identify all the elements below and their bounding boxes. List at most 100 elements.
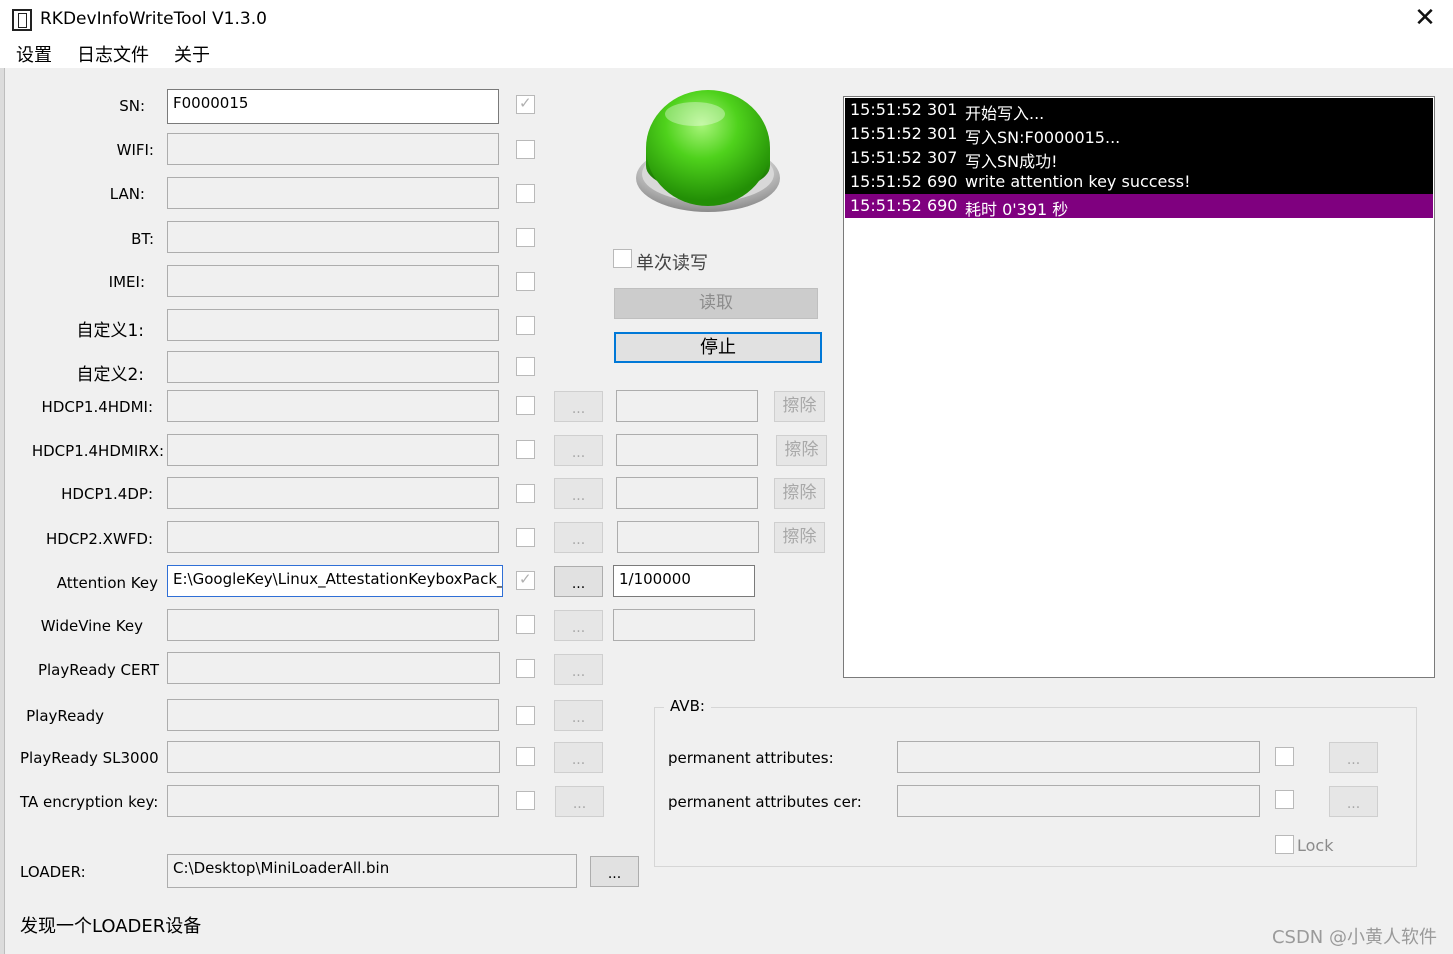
perm-attr-checkbox[interactable] — [1275, 747, 1294, 766]
green-button-icon — [636, 90, 780, 212]
wifi-input[interactable] — [167, 133, 499, 165]
start-button[interactable] — [633, 86, 783, 214]
lan-checkbox[interactable] — [516, 184, 535, 203]
single-rw-checkbox[interactable] — [613, 249, 632, 268]
wifi-checkbox[interactable] — [516, 140, 535, 159]
log-message: 开始写入... — [965, 104, 1045, 123]
sn-label: SN: — [119, 97, 145, 115]
log-time: 15:51:52 690 — [850, 172, 958, 191]
window-title: RKDevInfoWriteTool V1.3.0 — [40, 9, 267, 29]
imei-checkbox[interactable] — [516, 272, 535, 291]
hdcp2xwfd-input[interactable] — [167, 521, 499, 553]
widevine-key-checkbox[interactable] — [516, 615, 535, 634]
menu-log-file[interactable]: 日志文件 — [77, 41, 149, 67]
sn-input[interactable]: F0000015 — [167, 89, 499, 124]
log-message: 写入SN:F0000015... — [965, 128, 1121, 147]
lock-label: Lock — [1297, 836, 1334, 855]
hdcp2xwfd-label: HDCP2.XWFD: — [46, 530, 153, 548]
close-button[interactable]: ✕ — [1402, 2, 1448, 36]
log-time: 15:51:52 301 — [850, 124, 958, 143]
loader-browse-button[interactable]: ... — [590, 856, 639, 887]
perm-attr-input[interactable] — [897, 741, 1260, 773]
hdcp14dp-erase-button[interactable]: 擦除 — [774, 478, 825, 509]
imei-label: IMEI: — [108, 273, 145, 291]
hdcp2xwfd-erase-button[interactable]: 擦除 — [774, 522, 825, 553]
imei-input[interactable] — [167, 265, 499, 297]
playready-cert-checkbox[interactable] — [516, 659, 535, 678]
bt-checkbox[interactable] — [516, 228, 535, 247]
watermark: CSDN @小黄人软件 — [1271, 927, 1437, 948]
attention-key-label: Attention Key — [56, 574, 158, 592]
custom1-input[interactable] — [167, 309, 499, 341]
attention-key-checkbox[interactable] — [516, 570, 535, 590]
hdcp14dp-checkbox[interactable] — [516, 484, 535, 503]
window-left-edge — [0, 68, 5, 954]
perm-attr-cer-browse-button[interactable]: ... — [1329, 786, 1378, 817]
sn-checkbox[interactable] — [516, 94, 535, 114]
perm-attr-cer-input[interactable] — [897, 785, 1260, 817]
playready-sl3000-browse-button[interactable]: ... — [554, 742, 603, 773]
hdcp14hdmirx-file-field[interactable] — [616, 434, 758, 466]
custom2-input[interactable] — [167, 351, 499, 383]
hdcp14hdmi-checkbox[interactable] — [516, 396, 535, 415]
hdcp14dp-file-field[interactable] — [616, 477, 758, 509]
hdcp14hdmi-input[interactable] — [167, 390, 499, 422]
hdcp14hdmi-label: HDCP1.4HDMI: — [41, 398, 153, 416]
loader-path-input[interactable]: C:\Desktop\MiniLoaderAll.bin — [167, 854, 577, 888]
hdcp14dp-browse-button[interactable]: ... — [554, 478, 603, 509]
menu-settings[interactable]: 设置 — [16, 41, 52, 67]
ta-encryption-key-input[interactable] — [167, 785, 499, 817]
hdcp14dp-input[interactable] — [167, 477, 499, 509]
log-panel[interactable]: 15:51:52 301 开始写入... 15:51:52 301 写入SN:F… — [843, 96, 1435, 678]
ta-encryption-key-checkbox[interactable] — [516, 791, 535, 810]
bt-input[interactable] — [167, 221, 499, 253]
widevine-key-input[interactable] — [167, 609, 499, 641]
hdcp2xwfd-checkbox[interactable] — [516, 528, 535, 547]
log-entry: 15:51:52 307 写入SN成功! — [845, 146, 1433, 171]
custom2-checkbox[interactable] — [516, 357, 535, 376]
attention-key-browse-button[interactable]: ... — [554, 566, 603, 597]
widevine-key-count-field[interactable] — [613, 609, 755, 641]
hdcp2xwfd-browse-button[interactable]: ... — [554, 522, 603, 553]
custom1-checkbox[interactable] — [516, 316, 535, 335]
log-entry: 15:51:52 301 写入SN:F0000015... — [845, 122, 1433, 147]
playready-cert-label: PlayReady CERT — [37, 661, 159, 679]
widevine-key-browse-button[interactable]: ... — [554, 610, 603, 641]
log-time: 15:51:52 690 — [850, 196, 958, 215]
playready-sl3000-input[interactable] — [167, 741, 500, 773]
hdcp14hdmirx-erase-button[interactable]: 擦除 — [776, 435, 827, 466]
hdcp14hdmi-file-field[interactable] — [616, 390, 758, 422]
log-entry-selected: 15:51:52 690 耗时 0'391 秒 — [845, 194, 1433, 219]
perm-attr-browse-button[interactable]: ... — [1329, 742, 1378, 773]
playready-input[interactable] — [167, 699, 499, 731]
playready-browse-button[interactable]: ... — [554, 700, 603, 731]
playready-checkbox[interactable] — [516, 706, 535, 725]
hdcp14hdmirx-checkbox[interactable] — [516, 440, 535, 459]
hdcp14hdmi-browse-button[interactable]: ... — [554, 391, 603, 422]
wifi-label: WIFI: — [116, 141, 154, 159]
perm-attr-cer-checkbox[interactable] — [1275, 790, 1294, 809]
lock-checkbox[interactable] — [1275, 835, 1294, 854]
custom2-label: 自定义2: — [76, 365, 144, 385]
playready-sl3000-checkbox[interactable] — [516, 747, 535, 766]
hdcp14hdmirx-input[interactable] — [167, 434, 499, 466]
log-time: 15:51:52 307 — [850, 148, 958, 167]
menu-bar — [0, 38, 1453, 68]
attention-key-count-field[interactable]: 1/100000 — [613, 565, 755, 597]
read-button[interactable]: 读取 — [614, 288, 818, 319]
attention-key-input[interactable]: E:\GoogleKey\Linux_AttestationKeyboxPack… — [167, 565, 503, 597]
playready-cert-browse-button[interactable]: ... — [554, 654, 603, 685]
ta-encryption-key-browse-button[interactable]: ... — [555, 786, 604, 817]
log-entry: 15:51:52 690 write attention key success… — [845, 170, 1433, 194]
playready-label: PlayReady — [26, 707, 104, 725]
playready-cert-input[interactable] — [167, 652, 500, 684]
bt-label: BT: — [131, 230, 154, 248]
log-message: 耗时 0'391 秒 — [965, 200, 1069, 219]
hdcp2xwfd-file-field[interactable] — [617, 521, 759, 553]
widevine-key-label: WideVine Key — [40, 617, 143, 635]
menu-about[interactable]: 关于 — [174, 41, 210, 67]
hdcp14hdmi-erase-button[interactable]: 擦除 — [774, 391, 825, 422]
stop-button[interactable]: 停止 — [614, 332, 822, 363]
lan-input[interactable] — [167, 177, 499, 209]
hdcp14hdmirx-browse-button[interactable]: ... — [554, 435, 603, 466]
